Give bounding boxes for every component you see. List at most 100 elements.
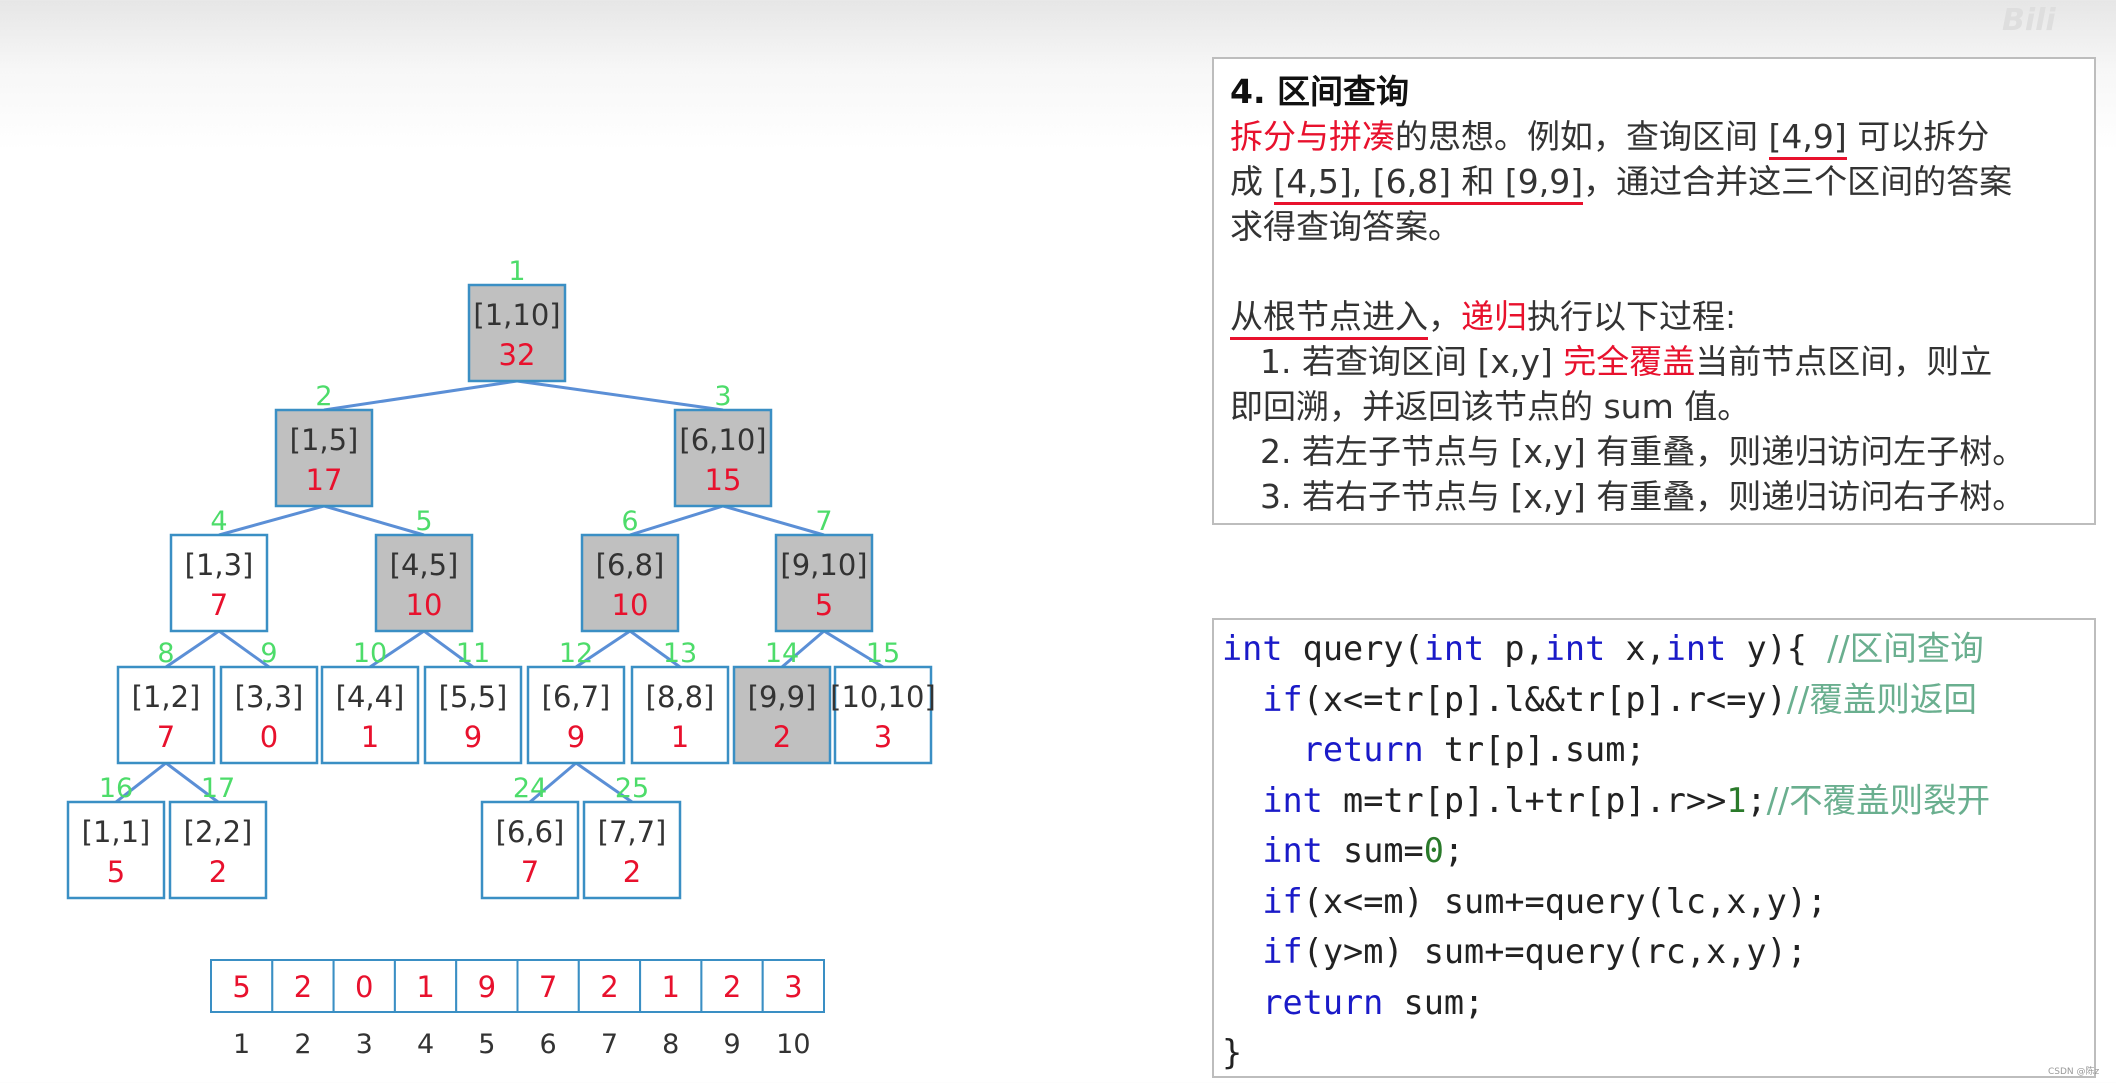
node-range: [4,5] [390, 548, 459, 582]
code-text: (y>m) sum+=query(rc,x,y); [1302, 932, 1807, 971]
array-index: 6 [540, 1029, 557, 1060]
tree-node-15: 15 [10,10] 3 [830, 638, 936, 765]
underlined-enter-root: 从根节点进入 [1230, 297, 1428, 340]
text: 可以拆分 [1846, 117, 1990, 156]
text: 执行以下过程: [1527, 297, 1737, 336]
node-index-label: 6 [621, 506, 638, 537]
code-line-8: return sum; [1222, 978, 2086, 1029]
watermark-logo-icon: Bili [2002, 4, 2056, 36]
code-text: y){ [1726, 629, 1828, 668]
keyword: int [1665, 629, 1727, 668]
node-range: [4,4] [336, 680, 405, 714]
tree-edge [218, 504, 325, 537]
step-1: 1. 若查询区间 [x,y] 完全覆盖当前节点区间，则立 [1230, 339, 2078, 384]
node-range: [2,2] [184, 815, 253, 849]
code-text: query( [1282, 629, 1424, 668]
array-value: 0 [355, 970, 373, 1004]
node-index-label: 13 [663, 638, 697, 669]
tree-node-24: 24 [6,6] 7 [480, 773, 580, 900]
node-index-label: 9 [260, 638, 277, 669]
code-text: x, [1605, 629, 1666, 668]
array-value: 2 [294, 970, 312, 1004]
node-range: [1,2] [132, 680, 201, 714]
array-value: 3 [784, 970, 802, 1004]
svg-text:Bili: Bili [2002, 4, 2056, 36]
node-range: [5,5] [439, 680, 508, 714]
highlight-recursion: 递归 [1461, 297, 1527, 336]
node-index-label: 12 [559, 638, 593, 669]
node-range: [1,1] [82, 815, 151, 849]
array-value: 1 [416, 970, 434, 1004]
underlined-query-range: [4,9] [1768, 117, 1847, 160]
array-index: 10 [776, 1029, 810, 1060]
text: ， [1428, 297, 1461, 336]
text: 1. 若查询区间 [x,y] [1260, 342, 1564, 381]
code-line-1: int query(int p,int x,int y){ //区间查询 [1222, 624, 2086, 675]
array-index: 2 [294, 1029, 311, 1060]
text: 当前节点区间，则立 [1695, 342, 1993, 381]
tree-edge [516, 379, 724, 412]
node-sum: 10 [406, 588, 443, 622]
node-index-label: 11 [456, 638, 490, 669]
tree-node-13: 13 [8,8] 1 [630, 638, 730, 765]
number-literal: 1 [1726, 780, 1747, 820]
keyword: int [1423, 629, 1485, 668]
code-text: sum= [1322, 831, 1424, 870]
leaf-array: 5 1 2 2 0 3 1 4 9 5 7 6 2 7 1 8 2 9 3 10 [210, 959, 826, 1060]
keyword: int [1262, 780, 1323, 820]
keyword: int [1544, 629, 1606, 668]
code-line-6: if(x<=m) sum+=query(lc,x,y); [1222, 877, 2086, 928]
array-index: 3 [356, 1029, 373, 1060]
segment-tree-diagram: 1[1,10]322[1,5]173[6,10]154[1,3]75[4,5]1… [66, 256, 936, 1060]
node-sum: 9 [464, 720, 482, 754]
step-1-continued: 即回溯，并返回该节点的 sum 值。 [1230, 387, 1751, 426]
node-range: [3,3] [235, 680, 304, 714]
array-index: 7 [601, 1029, 618, 1060]
node-sum: 15 [705, 463, 742, 497]
array-value: 2 [600, 970, 618, 1004]
array-index: 1 [233, 1029, 250, 1060]
node-index-label: 4 [210, 506, 227, 537]
node-range: [6,10] [679, 423, 766, 457]
node-range: [8,8] [646, 680, 715, 714]
footer-credit: CSDN @陈z [2048, 1067, 2100, 1077]
keyword: if [1262, 679, 1303, 719]
code-text: p, [1484, 629, 1545, 668]
node-index-label: 1 [508, 256, 525, 287]
node-index-label: 3 [714, 381, 731, 412]
node-sum: 2 [773, 720, 791, 754]
code-text: (x<=tr[p].l&&tr[p].r<=y) [1302, 679, 1787, 719]
keyword: int [1222, 629, 1283, 668]
node-sum: 7 [521, 855, 539, 889]
underlined-sub-ranges: [4,5], [6,8] 和 [9,9] [1273, 162, 1584, 205]
node-index-label: 14 [765, 638, 799, 669]
node-range: [6,8] [596, 548, 665, 582]
code-line-5: int sum=0; [1222, 826, 2086, 877]
tree-node-2: 2 [1,5] 17 [274, 381, 374, 508]
node-sum: 5 [815, 588, 833, 622]
tree-nodes: 1[1,10]322[1,5]173[6,10]154[1,3]75[4,5]1… [66, 256, 936, 900]
array-value: 2 [723, 970, 741, 1004]
tree-node-9: 9 [3,3] 0 [219, 638, 319, 765]
node-range: [6,6] [496, 815, 565, 849]
node-sum: 1 [671, 720, 689, 754]
code-text: tr[p].sum; [1423, 730, 1646, 769]
explanation-panel: 4. 区间查询 拆分与拼凑的思想。例如，查询区间 [4,9] 可以拆分 成 [4… [1212, 57, 2096, 525]
keyword: return [1302, 730, 1424, 769]
node-range: [9,9] [748, 680, 817, 714]
node-sum: 32 [499, 338, 536, 372]
array-index: 5 [478, 1029, 495, 1060]
node-range: [7,7] [598, 815, 667, 849]
array-index: 4 [417, 1029, 434, 1060]
node-index-label: 24 [513, 773, 547, 804]
explanation-line-2: 成 [4,5], [6,8] 和 [9,9]，通过合并这三个区间的答案 [1230, 159, 2078, 205]
code-text: m=tr[p].l+tr[p].r>> [1322, 780, 1727, 820]
node-sum: 3 [874, 720, 892, 754]
tree-node-1: 1 [1,10] 32 [467, 256, 567, 383]
tree-node-16: 16 [1,1] 5 [66, 773, 166, 900]
explanation-line-3: 求得查询答案。 [1230, 207, 1461, 246]
node-range: [9,10] [780, 548, 867, 582]
highlight-full-cover: 完全覆盖 [1563, 342, 1696, 381]
highlight-split-merge: 拆分与拼凑 [1230, 117, 1395, 156]
